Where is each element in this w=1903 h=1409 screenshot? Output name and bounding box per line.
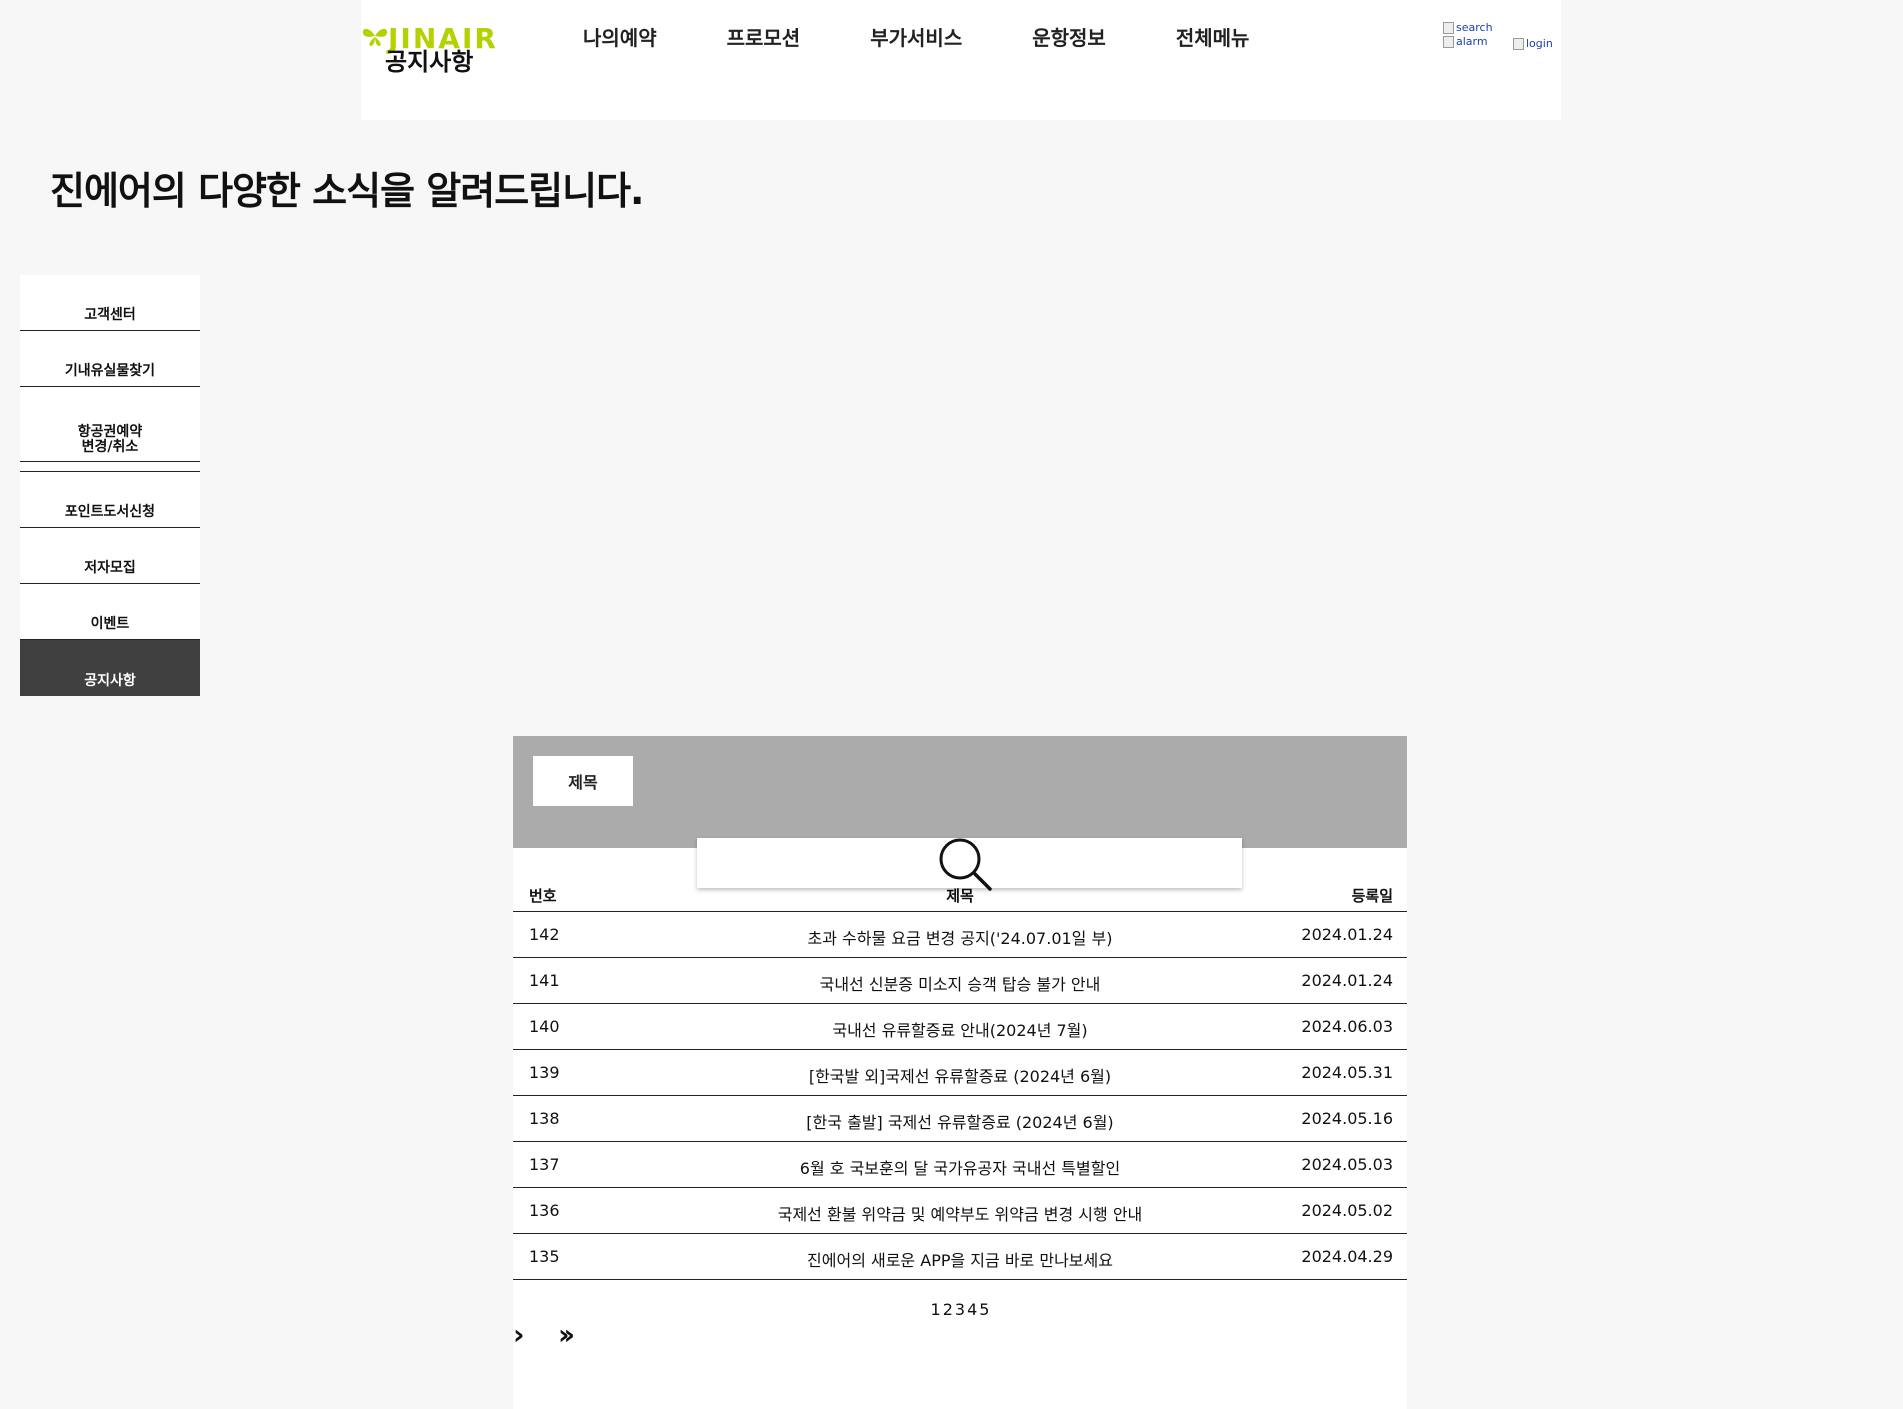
nav-flight-info[interactable]: 운항정보 [1032, 22, 1106, 51]
side-menu: 고객센터 기내유실물찾기 항공권예약 변경/취소 포인트도서신청 저자모집 이벤… [20, 275, 200, 696]
row-date: 2024.01.24 [1301, 925, 1393, 944]
table-row[interactable]: 142 초과 수하물 요금 변경 공지('24.07.01일 부) 2024.0… [513, 912, 1407, 958]
row-title: [한국 출발] 국제선 유류할증료 (2024년 6월) [806, 1113, 1114, 1132]
row-title: 국제선 환불 위약금 및 예약부도 위약금 변경 시행 안내 [777, 1205, 1143, 1224]
alarm-icon[interactable]: alarm [1443, 36, 1488, 48]
row-date: 2024.05.03 [1301, 1155, 1393, 1174]
table-row[interactable]: 136 국제선 환불 위약금 및 예약부도 위약금 변경 시행 안내 2024.… [513, 1188, 1407, 1234]
jinair-logo[interactable]: JINAIR 공지사항 [361, 22, 506, 76]
row-title: 국내선 신분증 미소지 승객 탑승 불가 안내 [819, 975, 1101, 994]
page-numbers: 12345 [513, 1300, 1407, 1319]
sidebar-divider [20, 462, 200, 472]
sidebar-item-point-book[interactable]: 포인트도서신청 [20, 472, 200, 528]
page-1[interactable]: 1 [931, 1300, 941, 1319]
row-title: 진에어의 새로운 APP을 지금 바로 만나보세요 [807, 1251, 1113, 1270]
table-row[interactable]: 140 국내선 유류할증료 안내(2024년 7월) 2024.06.03 [513, 1004, 1407, 1050]
broken-image-icon [1443, 36, 1454, 48]
page-5[interactable]: 5 [979, 1300, 989, 1319]
row-date: 2024.05.02 [1301, 1201, 1393, 1220]
row-date: 2024.01.24 [1301, 971, 1393, 990]
sidebar-item-lost-and-found[interactable]: 기내유실물찾기 [20, 331, 200, 387]
sidebar-item-author-recruit[interactable]: 저자모집 [20, 528, 200, 584]
broken-image-icon [1513, 38, 1524, 50]
row-date: 2024.06.03 [1301, 1017, 1393, 1036]
search-filter-select[interactable]: 제목 [533, 756, 633, 806]
magnifier-icon[interactable] [937, 836, 993, 892]
last-page-icon[interactable]: ›› [558, 1318, 575, 1351]
search-icon[interactable]: search [1443, 22, 1493, 34]
search-input[interactable] [697, 838, 1242, 891]
logo-subtitle: 공지사항 [385, 48, 474, 76]
table-row[interactable]: 139 [한국발 외]국제선 유류할증료 (2024년 6월) 2024.05.… [513, 1050, 1407, 1096]
row-title: 초과 수하물 요금 변경 공지('24.07.01일 부) [807, 929, 1113, 948]
header-date: 등록일 [1351, 887, 1393, 905]
page-2[interactable]: 2 [943, 1300, 953, 1319]
nav-all-menu[interactable]: 전체메뉴 [1176, 22, 1250, 51]
page-title: 진에어의 다양한 소식을 알려드립니다. [50, 169, 644, 213]
row-title: 국내선 유류할증료 안내(2024년 7월) [832, 1021, 1088, 1040]
row-date: 2024.05.16 [1301, 1109, 1393, 1128]
nav-my-reservation[interactable]: 나의예약 [583, 22, 657, 51]
row-title: 6월 호 국보훈의 달 국가유공자 국내선 특별할인 [799, 1159, 1121, 1178]
row-date: 2024.05.31 [1301, 1063, 1393, 1082]
table-row[interactable]: 135 진에어의 새로운 APP을 지금 바로 만나보세요 2024.04.29 [513, 1234, 1407, 1280]
sidebar-item-ticket-change[interactable]: 항공권예약 변경/취소 [20, 387, 200, 462]
login-icon[interactable]: login [1513, 38, 1553, 50]
page-3[interactable]: 3 [955, 1300, 965, 1319]
search-band: 제목 [513, 736, 1407, 848]
notice-board: 제목 번호 제목 등록일 142 초과 수하물 요금 변경 공지('24.07.… [513, 736, 1407, 1409]
table-row[interactable]: 137 6월 호 국보훈의 달 국가유공자 국내선 특별할인 2024.05.0… [513, 1142, 1407, 1188]
sidebar-item-event[interactable]: 이벤트 [20, 584, 200, 640]
nav-promotion[interactable]: 프로모션 [727, 22, 801, 51]
row-date: 2024.04.29 [1301, 1247, 1393, 1266]
main-nav: 나의예약 프로모션 부가서비스 운항정보 전체메뉴 [583, 22, 1319, 51]
table-row[interactable]: 138 [한국 출발] 국제선 유류할증료 (2024년 6월) 2024.05… [513, 1096, 1407, 1142]
broken-image-icon [1443, 22, 1454, 34]
table-row[interactable]: 141 국내선 신분증 미소지 승객 탑승 불가 안내 2024.01.24 [513, 958, 1407, 1004]
page-4[interactable]: 4 [967, 1300, 977, 1319]
pagination: 12345 › ›› [513, 1296, 1407, 1356]
nav-extra-services[interactable]: 부가서비스 [870, 22, 962, 51]
header: JINAIR 공지사항 나의예약 프로모션 부가서비스 운항정보 전체메뉴 se… [361, 0, 1561, 120]
sidebar-item-notice[interactable]: 공지사항 [20, 640, 200, 696]
sidebar-item-customer-center[interactable]: 고객센터 [20, 275, 200, 331]
header-icons: search alarm login [1443, 22, 1561, 62]
next-page-icon[interactable]: › [513, 1318, 525, 1351]
row-title: [한국발 외]국제선 유류할증료 (2024년 6월) [808, 1067, 1112, 1086]
